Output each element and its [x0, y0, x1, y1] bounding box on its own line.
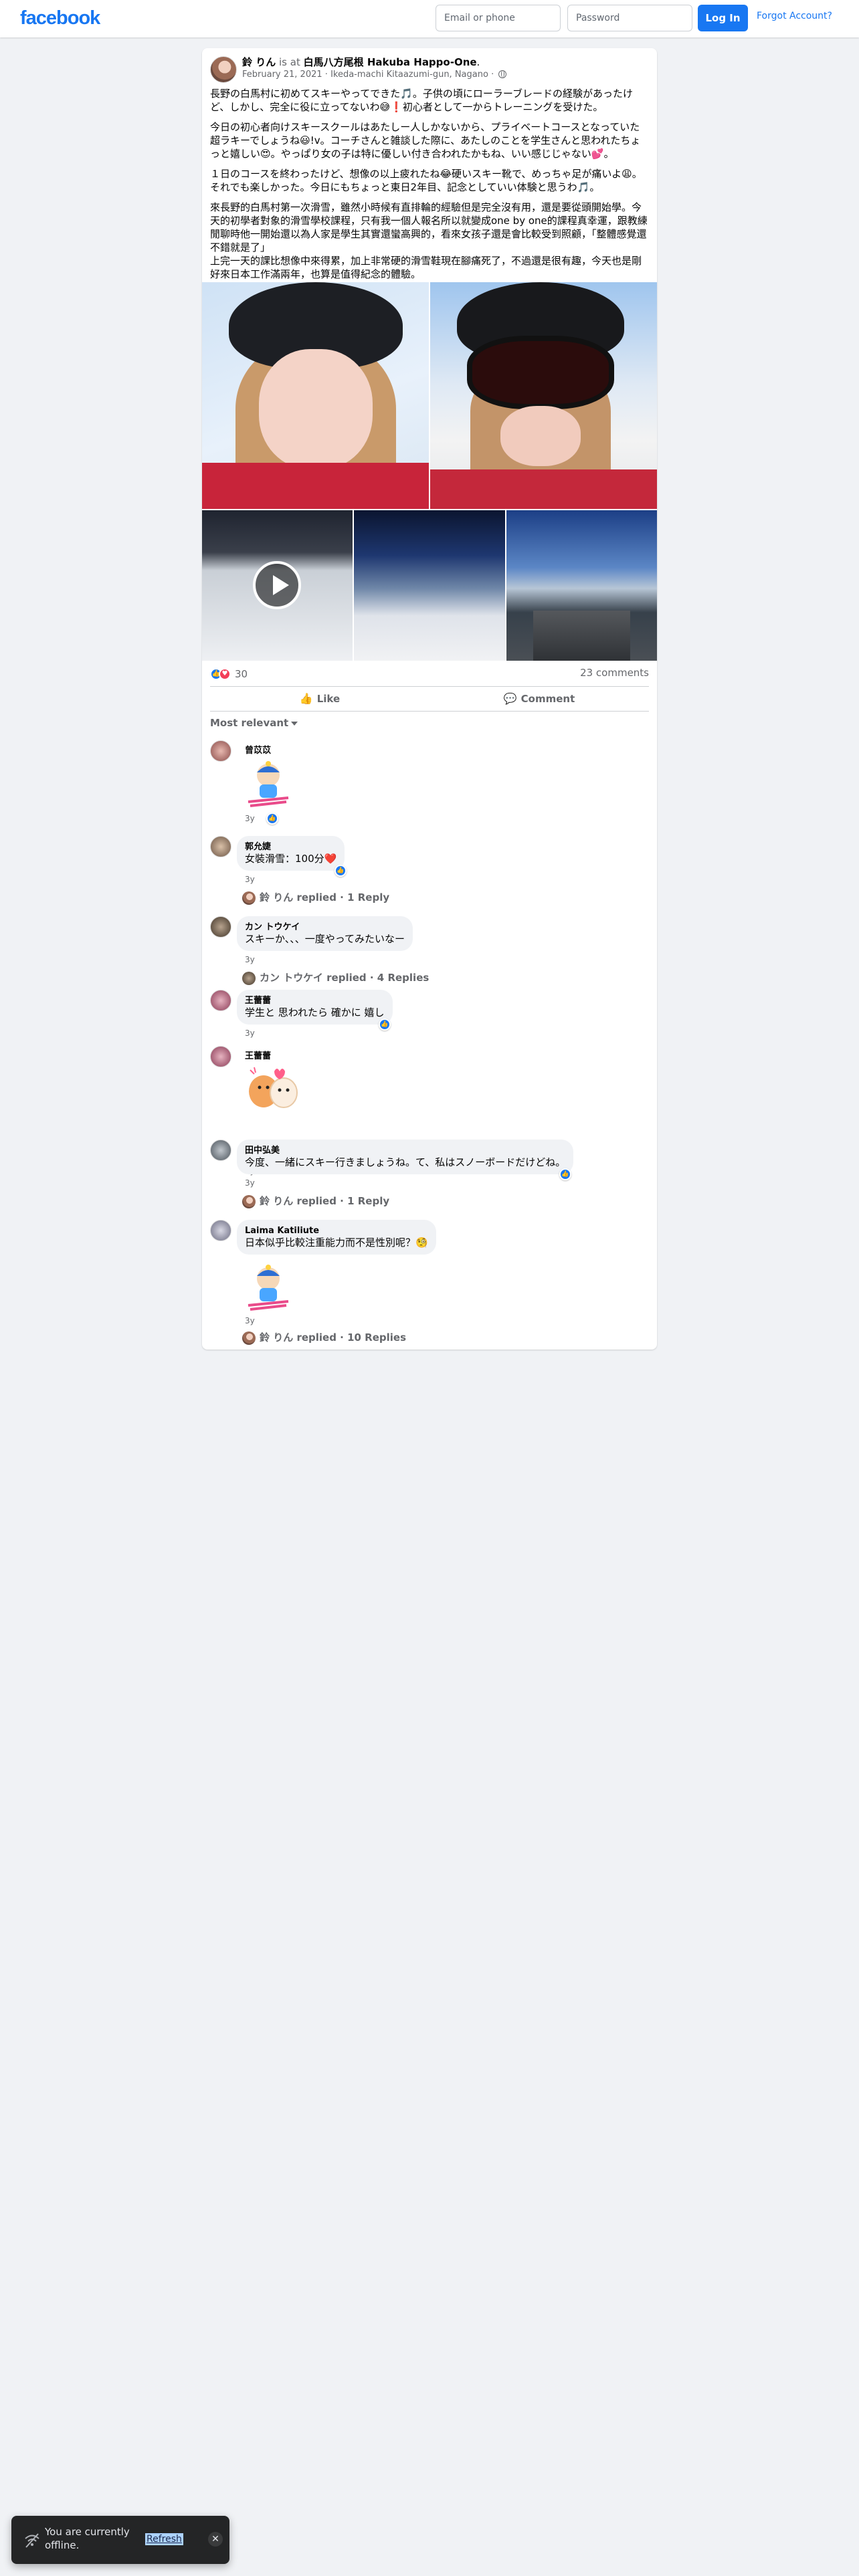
commenter-avatar[interactable] [210, 990, 231, 1011]
speech-bubble-icon: 💬 [503, 692, 517, 705]
password-field[interactable] [567, 5, 692, 31]
author-name[interactable]: 鈴 りん [242, 56, 276, 68]
avatar [242, 891, 256, 905]
commenter-name[interactable]: 郭允婕 [245, 841, 337, 853]
reaction-summary[interactable]: 👍 ♥ 30 [210, 667, 248, 681]
refresh-link[interactable]: Refresh [145, 2533, 183, 2545]
comment-time[interactable]: 3y [245, 1178, 255, 1188]
comment-time[interactable]: 3y [245, 1316, 255, 1325]
comment-text: 今度、一緒にスキー行きましょうね。て、私はスノーボードだけどね。 [245, 1156, 566, 1168]
post-date[interactable]: February 21, 2021 [242, 70, 322, 80]
commenter-name[interactable]: Laima Katiliute [245, 1225, 428, 1237]
comment-count[interactable]: 23 comments [580, 667, 649, 679]
commenter-name[interactable]: 王蕾蕾 [245, 995, 385, 1006]
video-thumbnail[interactable] [202, 510, 353, 661]
avatar [242, 971, 256, 985]
view-replies-link[interactable]: 鈴 りん replied · 10 Replies [242, 1330, 406, 1345]
wifi-off-icon [25, 2533, 39, 2548]
close-icon[interactable]: ✕ [208, 2532, 223, 2547]
facebook-logo[interactable]: facebook [20, 7, 100, 29]
login-button[interactable]: Log In [698, 5, 748, 31]
chevron-down-icon [291, 721, 298, 726]
post-paragraph: １日のコースを終わったけど、想像の以上疲れたね😂硬いスキー靴で、めっちゃ足が痛い… [210, 168, 642, 193]
comment: Laima Katiliute 日本似乎比較注重能力而不是性別呢？🧐 3y 鈴 … [210, 1220, 649, 1347]
comment-text: 女裝滑雪：100分❤️ [245, 853, 337, 865]
ski-sticker [245, 1263, 292, 1315]
ski-sticker [245, 759, 292, 811]
comment-bubble: 田中弘美 今度、一緒にスキー行きましょうね。て、私はスノーボードだけどね。 [237, 1140, 574, 1174]
post-location[interactable]: Ikeda-machi Kitaazumi-gun, Nagano [330, 70, 488, 80]
comment: 田中弘美 今度、一緒にスキー行きましょうね。て、私はスノーボードだけどね。 👍 … [210, 1140, 649, 1213]
comment-text: 学生と 思われたら 確かに 嬉し [245, 1006, 385, 1018]
is-at-text: is at [279, 56, 300, 68]
commenter-name[interactable]: 王蕾蕾 [245, 1049, 271, 1061]
photo-selfie-2[interactable] [430, 282, 657, 509]
thumbs-up-icon: 👍 [335, 865, 347, 877]
post-card: 鈴 りん is at 白馬八方尾根 Hakuba Happo-One. Febr… [202, 48, 657, 1350]
thumbs-up-icon: 👍 [266, 813, 278, 825]
heart-icon: ♥ [219, 667, 231, 680]
thumbs-up-icon: 👍 [299, 692, 313, 705]
post-paragraph: 今日の初心者向けスキースクールはあたしー人しかないから、プライベートコースとなっ… [210, 121, 641, 160]
comment-time[interactable]: 3y [245, 1029, 255, 1038]
photo-landscape-dusk[interactable] [354, 510, 505, 661]
email-field[interactable] [436, 5, 561, 31]
commenter-avatar[interactable] [210, 1140, 231, 1161]
view-replies-link[interactable]: 鈴 りん replied · 1 Reply [242, 890, 389, 905]
like-button[interactable]: 👍 Like [210, 687, 430, 711]
view-replies-link[interactable]: 鈴 りん replied · 1 Reply [242, 1194, 389, 1208]
commenter-avatar[interactable] [210, 740, 231, 762]
comment-time[interactable]: 3y [245, 814, 255, 823]
post-body: 長野の白馬村に初めてスキーやってできた🎵。子供の頃にローラーブレードの経験があっ… [210, 87, 649, 281]
comment-bubble: 郭允婕 女裝滑雪：100分❤️ [237, 836, 345, 871]
thumbs-up-icon: 👍 [559, 1168, 571, 1180]
comment-button[interactable]: 💬 Comment [430, 687, 649, 711]
post-meta: February 21, 2021 · Ikeda-machi Kitaazum… [242, 70, 507, 80]
photo-highway[interactable] [506, 510, 657, 661]
comment: カン トウケイ スキーか、、、一度やってみたいなー 3y カン トウケイ rep… [210, 916, 649, 990]
comment-text: 日本似乎比較注重能力而不是性別呢？🧐 [245, 1237, 428, 1249]
post-actions: 👍 Like 💬 Comment [210, 686, 649, 712]
commenter-name[interactable]: 田中弘美 [245, 1145, 565, 1156]
reaction-count: 30 [235, 667, 248, 680]
forgot-account-link[interactable]: Forgot Account? [757, 11, 832, 21]
comment-bubble: Laima Katiliute 日本似乎比較注重能力而不是性別呢？🧐 [237, 1220, 436, 1255]
top-bar: facebook Log In Forgot Account? [0, 0, 859, 37]
commenter-avatar[interactable] [210, 836, 231, 857]
commenter-avatar[interactable] [210, 1046, 231, 1067]
avatar [242, 1194, 256, 1208]
comment-sort[interactable]: Most relevant [210, 717, 298, 729]
avatar [242, 1331, 256, 1345]
view-replies-link[interactable]: カン トウケイ replied · 4 Replies [242, 970, 429, 985]
comment-time[interactable]: 3y [245, 955, 255, 964]
post-paragraph: 來長野的白馬村第一次滑雪，雖然小時候有直排輪的經驗但是完全沒有用，還是要從頭開始… [210, 201, 648, 253]
commenter-avatar[interactable] [210, 1220, 231, 1241]
thumbs-up-icon: 👍 [379, 1018, 391, 1031]
offline-toast: You are currently offline. Refresh ✕ [11, 2516, 229, 2564]
commenter-avatar[interactable] [210, 916, 231, 938]
post-paragraph: 長野の白馬村に初めてスキーやってできた🎵。子供の頃にローラーブレードの経験があっ… [210, 88, 634, 113]
post-header: 鈴 りん is at 白馬八方尾根 Hakuba Happo-One. [242, 56, 480, 68]
play-icon[interactable] [253, 561, 301, 609]
globe-icon [498, 70, 507, 78]
commenter-name[interactable]: 曾苡苡 [245, 743, 271, 756]
commenter-name[interactable]: カン トウケイ [245, 922, 405, 933]
comment: 曾苡苡 3y 👍 [210, 740, 649, 834]
comment-bubble: 王蕾蕾 学生と 思われたら 確かに 嬉し [237, 990, 393, 1025]
post-paragraph: 上完一天的課比想像中來得累，加上非常硬的滑雪鞋現在腳痛死了，不過還是很有趣，今天… [210, 255, 642, 280]
cat-dog-sticker [245, 1062, 300, 1117]
comment-bubble: カン トウケイ スキーか、、、一度やってみたいなー [237, 916, 413, 951]
comment-time[interactable]: 3y [245, 875, 255, 884]
comment: 郭允婕 女裝滑雪：100分❤️ 👍 3y 鈴 りん replied · 1 Re… [210, 836, 649, 909]
offline-message: You are currently offline. [45, 2526, 130, 2551]
comment-text: スキーか、、、一度やってみたいなー [245, 933, 405, 945]
comment: 王蕾蕾 学生と 思われたら 確かに 嬉し 👍 3y [210, 990, 649, 1043]
photo-selfie-1[interactable] [202, 282, 429, 509]
author-avatar[interactable] [210, 56, 237, 83]
place-link[interactable]: 白馬八方尾根 Hakuba Happo-One [304, 56, 477, 68]
